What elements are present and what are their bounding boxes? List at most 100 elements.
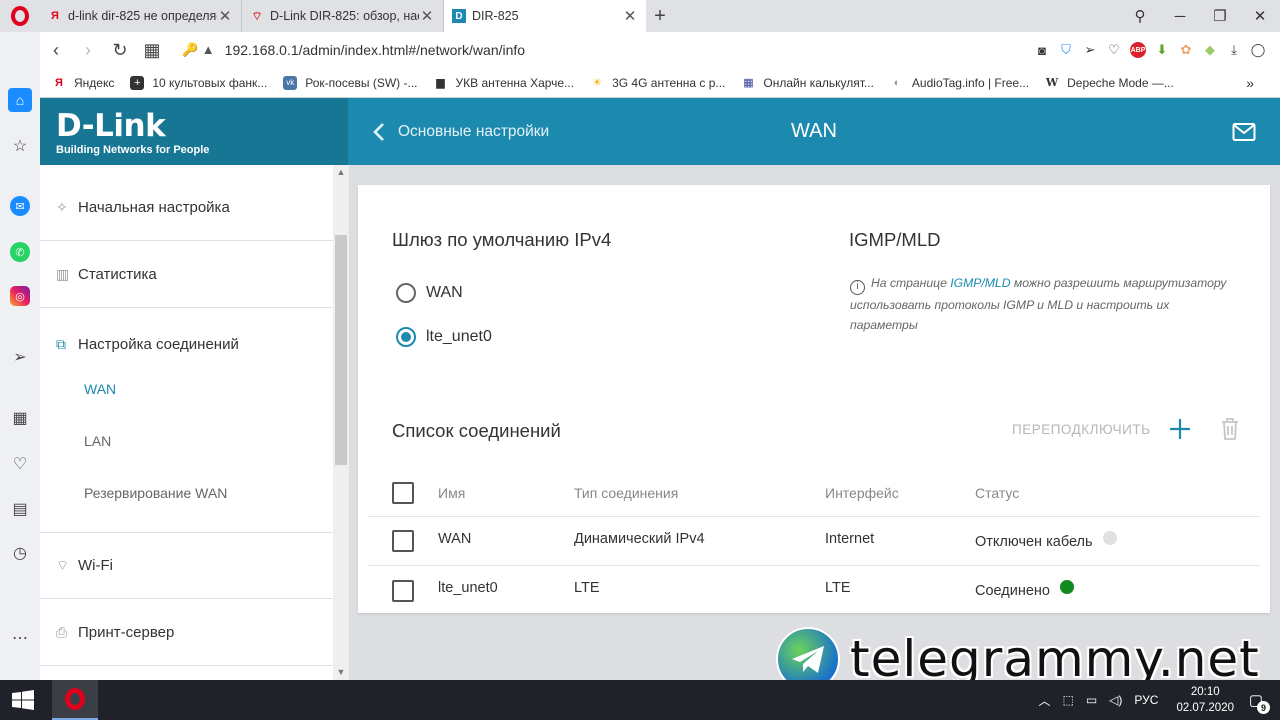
wikipedia-icon: W: [1045, 76, 1059, 89]
shield-icon[interactable]: ⛉: [1058, 42, 1074, 58]
back-icon[interactable]: ‹: [40, 40, 72, 61]
restore-icon[interactable]: ❐: [1200, 7, 1240, 25]
radio-button-selected[interactable]: [396, 327, 416, 347]
select-all-checkbox[interactable]: [392, 482, 414, 504]
heart-icon[interactable]: ♡: [8, 452, 32, 476]
speed-dial-icon[interactable]: ☆: [8, 134, 32, 158]
cell-interface: Internet: [825, 531, 875, 547]
chevron-up-icon[interactable]: ︿: [1038, 692, 1050, 709]
not-secure-icon[interactable]: 🔑 ▲: [182, 42, 215, 58]
gateway-option-lte[interactable]: lte_unet0: [396, 327, 492, 347]
nav-sub-lan[interactable]: LAN: [84, 433, 111, 449]
nav-item-print-server[interactable]: ⎙ Принт-сервер: [40, 600, 333, 666]
close-tab-icon[interactable]: ✕: [622, 7, 638, 25]
back-to-basic-settings[interactable]: Основные настройки: [372, 98, 549, 165]
nav-scrollbar[interactable]: ▲ ▼: [333, 165, 349, 680]
column-header-interface: Интерфейс: [825, 485, 899, 501]
minimize-icon[interactable]: ─: [1160, 8, 1200, 25]
clock-time: 20:10: [1190, 686, 1220, 698]
history-icon[interactable]: ◷: [8, 541, 32, 565]
reconnect-button[interactable]: ПЕРЕПОДКЛЮЧИТЬ: [1012, 422, 1151, 437]
extension-icon[interactable]: ✿: [1178, 42, 1194, 58]
close-tab-icon[interactable]: ✕: [217, 7, 233, 25]
new-tab-button[interactable]: +: [646, 0, 674, 32]
yandex-icon: Я: [51, 10, 59, 22]
apps-icon[interactable]: ▦: [8, 406, 32, 430]
bookmark-item[interactable]: W Depeche Mode —...: [1045, 76, 1174, 90]
url-field[interactable]: 🔑 ▲ 192.168.0.1/admin/index.html#/networ…: [182, 42, 525, 58]
opera-menu-button[interactable]: [0, 0, 40, 32]
cell-name: WAN: [438, 531, 472, 547]
language-indicator[interactable]: РУС: [1134, 693, 1158, 707]
downloads-icon[interactable]: ⤓: [1226, 42, 1242, 58]
nav-item-initial-setup[interactable]: ✧ Начальная настройка: [40, 175, 333, 241]
opera-taskbar-button[interactable]: [52, 680, 98, 720]
profile-icon[interactable]: ◯: [1250, 42, 1266, 58]
gateway-option-wan[interactable]: WAN: [396, 283, 463, 303]
bookmark-item[interactable]: ◐ AudioTag.info | Free...: [890, 76, 1030, 90]
stats-icon: ▥: [56, 266, 70, 282]
bookmark-item[interactable]: ▆ УКВ антенна Харче...: [434, 76, 574, 90]
tab-1[interactable]: Я d-link dir-825 не определяет ✕: [40, 0, 242, 32]
delete-icon[interactable]: [1220, 417, 1240, 441]
send-icon[interactable]: ➢: [8, 345, 32, 369]
forward-icon[interactable]: ›: [72, 40, 104, 61]
igmp-link[interactable]: IGMP/MLD: [950, 276, 1010, 290]
bookmark-item[interactable]: vk Рок-посевы (SW) -...: [283, 75, 418, 90]
clock[interactable]: 20:10 02.07.2020: [1176, 684, 1234, 716]
printer-icon: ⎙: [56, 624, 68, 640]
instagram-icon[interactable]: ◎: [10, 286, 30, 306]
search-tabs-icon[interactable]: ⚲: [1120, 7, 1160, 25]
cube-extension-icon[interactable]: ◆: [1202, 42, 1218, 58]
bookmark-item[interactable]: Я Яндекс: [52, 76, 114, 90]
dlink-logo[interactable]: D-Link Building Networks for People: [40, 98, 348, 165]
tabs-grid-icon[interactable]: ▦: [136, 40, 168, 61]
windows-start-icon[interactable]: [12, 690, 34, 710]
close-tab-icon[interactable]: ✕: [419, 7, 435, 25]
heart-icon[interactable]: ♡: [1106, 42, 1122, 58]
mail-icon[interactable]: [1232, 122, 1256, 142]
download-extension-icon[interactable]: ⬇: [1154, 42, 1170, 58]
reload-icon[interactable]: ↻: [104, 40, 136, 61]
messenger-icon[interactable]: ✉: [10, 196, 30, 216]
close-window-icon[interactable]: ✕: [1240, 7, 1280, 25]
news-icon[interactable]: ▤: [8, 497, 32, 521]
nav-item-connections[interactable]: ⧉ Настройка соединений: [40, 309, 333, 379]
more-bookmarks-button[interactable]: »: [1246, 75, 1254, 91]
tab-2[interactable]: ⌔ D-Link DIR-825: обзор, нас ✕: [242, 0, 444, 32]
bookmark-item[interactable]: ▦ Онлайн калькулят...: [741, 76, 874, 90]
battery-icon[interactable]: ▭: [1086, 693, 1097, 707]
add-connection-icon[interactable]: [1168, 417, 1192, 441]
nav-sub-wan-backup[interactable]: Резервирование WAN: [84, 485, 227, 501]
wan-settings-card: Шлюз по умолчанию IPv4 WAN lte_unet0 IGM…: [358, 185, 1270, 613]
whatsapp-icon[interactable]: ✆: [10, 242, 30, 262]
opera-sidebar: ⌂ ☆ ✉ ✆ ◎ ➢ ▦ ♡ ▤ ◷ ⋯: [0, 32, 40, 680]
wifi-icon: ⌔: [251, 8, 263, 23]
camera-icon[interactable]: ◙: [1034, 42, 1050, 58]
column-header-type: Тип соединения: [574, 485, 679, 501]
tab-3[interactable]: D DIR-825 ✕: [444, 0, 646, 32]
network-icon[interactable]: ⬚: [1062, 693, 1073, 707]
scroll-up-icon[interactable]: ▲: [333, 167, 349, 177]
bookmark-item[interactable]: +10 культовых фанк...: [130, 75, 267, 90]
column-header-status: Статус: [975, 485, 1020, 501]
adblock-icon[interactable]: ABP: [1130, 42, 1146, 58]
radio-button[interactable]: [396, 283, 416, 303]
nav-sub-wan[interactable]: WAN: [84, 381, 116, 397]
volume-icon[interactable]: ◁): [1109, 693, 1122, 707]
send-icon[interactable]: ➢: [1082, 42, 1098, 58]
notifications-button[interactable]: ▢ 9: [1244, 688, 1270, 714]
more-icon[interactable]: ⋯: [8, 626, 32, 650]
nav-item-statistics[interactable]: ▥ Статистика: [40, 242, 333, 308]
windows-taskbar: ︿ ⬚ ▭ ◁) РУС 20:10 02.07.2020 ▢ 9: [0, 680, 1280, 720]
bookmark-item[interactable]: ☀ 3G 4G антенна с р...: [590, 76, 725, 90]
row-checkbox[interactable]: [392, 580, 414, 602]
yandex-icon: Я: [55, 76, 63, 89]
nav-item-wifi[interactable]: ⌔ Wi-Fi: [40, 533, 333, 599]
dlink-icon: D: [452, 9, 466, 23]
scrollbar-thumb[interactable]: [335, 235, 347, 465]
home-icon[interactable]: ⌂: [8, 88, 32, 112]
scroll-down-icon[interactable]: ▼: [333, 667, 349, 677]
cell-type: Динамический IPv4: [574, 531, 705, 547]
row-checkbox[interactable]: [392, 530, 414, 552]
